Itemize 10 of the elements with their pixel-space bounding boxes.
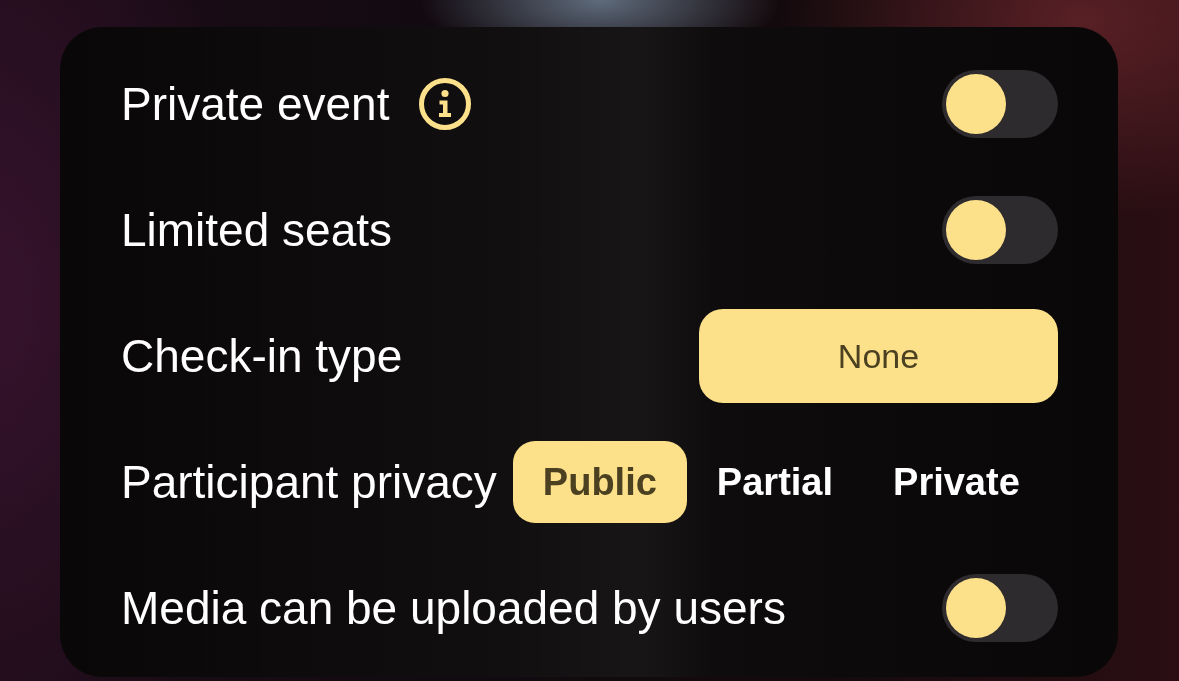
info-icon[interactable] <box>419 78 472 130</box>
setting-label: Media can be uploaded by users <box>121 582 786 634</box>
setting-label: Limited seats <box>121 204 392 256</box>
setting-label: Participant privacy <box>121 456 497 508</box>
setting-label: Private event <box>121 78 390 130</box>
segment-option[interactable]: Partial <box>686 441 864 523</box>
select-button[interactable]: None <box>699 309 1058 403</box>
segment-option[interactable]: Private <box>863 441 1050 523</box>
setting-label: Check-in type <box>121 330 403 382</box>
segment-option[interactable]: Public <box>512 441 687 523</box>
